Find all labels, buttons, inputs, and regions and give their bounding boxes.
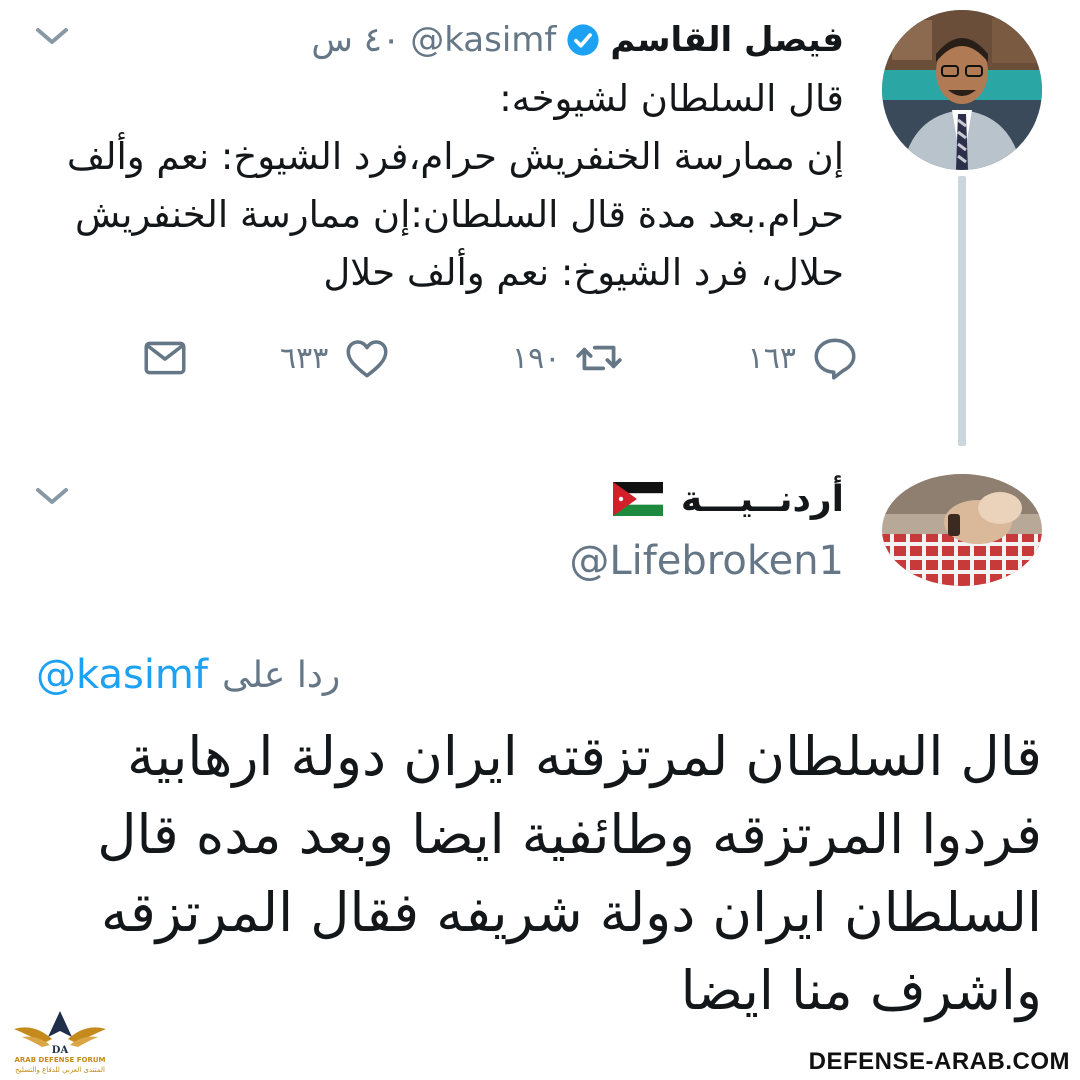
retweet-count: ١٩٠ [512, 340, 561, 376]
tweet2-header: أردنــيـــة [612, 474, 844, 524]
direct-message-button[interactable] [140, 330, 190, 386]
retweet-button[interactable]: ١٩٠ [512, 330, 624, 386]
avatar-photo [882, 10, 1042, 170]
tweet-timestamp[interactable]: ٤٠ س [311, 20, 400, 60]
jordan-flag-icon [612, 482, 663, 516]
reply-context: @kasimf ردا على [36, 652, 340, 698]
retweet-icon [576, 345, 623, 371]
tweet2-text: قال السلطان لمرتزقته ايران دولة ارهابية … [42, 718, 1042, 1030]
tweet-line: حرام.بعد مدة قال السلطان:إن ممارسة الخنف… [75, 193, 844, 236]
author-handle[interactable]: @Lifebroken1 [569, 538, 844, 584]
author-handle[interactable]: @kasimf [410, 20, 556, 60]
svg-text:DA: DA [52, 1045, 69, 1056]
reply-button[interactable]: ١٦٣ [748, 330, 860, 386]
logo-caption-english: ARAB DEFENSE FORUM [14, 1056, 106, 1064]
tweet-actions: ١٦٣ ١٩٠ ٦٣٣ [120, 330, 860, 386]
author-name[interactable]: فيصل القاسم [610, 20, 844, 60]
logo-caption-arabic: المنتدى العربي للدفاع والتسليح [15, 1066, 105, 1074]
tweet-line: واشرف منا ايضا [680, 959, 1042, 1022]
like-icon [346, 340, 388, 378]
reply-to-handle[interactable]: @kasimf [36, 652, 208, 698]
message-icon [144, 341, 186, 375]
arab-defense-forum-logo: DA [14, 1011, 106, 1056]
author-name[interactable]: أردنــيـــة [681, 479, 844, 520]
tweet-line: إن ممارسة الخنفريش حرام،فرد الشيوخ: نعم … [66, 135, 844, 178]
chevron-down-icon[interactable] [34, 24, 70, 48]
reply-icon [814, 338, 856, 380]
avatar-kasimf[interactable] [882, 10, 1042, 170]
avatar-photo [882, 474, 1042, 586]
like-button[interactable]: ٦٣٣ [280, 330, 392, 386]
reply-to-label: ردا على [221, 654, 341, 696]
tweet-line: حلال، فرد الشيوخ: نعم وألف حلال [323, 251, 844, 294]
avatar-lifebroken1[interactable] [882, 474, 1042, 586]
tweet-line: قال السلطان لمرتزقته ايران دولة ارهابية [127, 725, 1042, 788]
tweet1-header: فيصل القاسم @kasimf ٤٠ س [311, 14, 844, 66]
tweet-line: قال السلطان لشيوخه: [499, 77, 844, 120]
like-count: ٦٣٣ [280, 340, 329, 376]
thread-line [958, 176, 966, 446]
verified-badge-icon [567, 24, 599, 56]
reply-count: ١٦٣ [747, 340, 796, 376]
tweet-line: فردوا المرتزقه وطائفية ايضا وبعد مده قال [97, 803, 1042, 866]
tweet-line: السلطان ايران دولة شريفه فقال المرتزقه [101, 881, 1042, 944]
tweet1-text: قال السلطان لشيوخه: إن ممارسة الخنفريش ح… [54, 70, 844, 302]
watermark-site: DEFENSE-ARAB.COM [808, 1048, 1070, 1075]
chevron-down-icon[interactable] [34, 484, 70, 508]
